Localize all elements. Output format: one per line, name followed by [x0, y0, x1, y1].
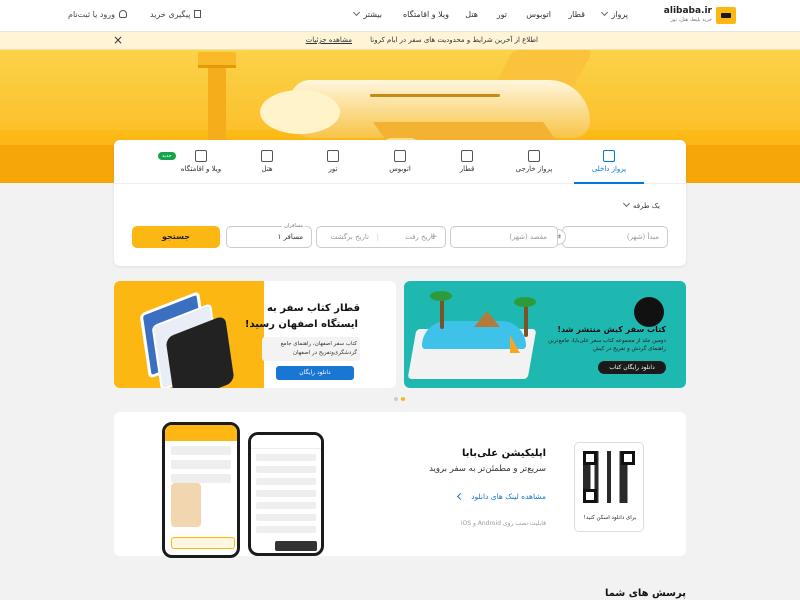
tour-icon [327, 150, 339, 162]
login-link[interactable]: ورود یا ثبت‌نام [68, 10, 128, 19]
top-header: alibaba.ir خرید بلیط، هتل، تور پرواز قطا… [0, 0, 800, 32]
promo-body: دومین جلد از مجموعه کتاب سفر علی‌بابا، ج… [548, 338, 666, 352]
faq-title: پرسش های شما [604, 588, 686, 599]
logo-brand: alibaba.ir [663, 6, 712, 16]
plane-icon [603, 150, 615, 162]
notice-text: اطلاع از آخرین شرایط و محدودیت های سفر د… [370, 36, 538, 44]
plane-globe-icon [528, 150, 540, 162]
promo-title-line2: ایستگاه اصفهان رسید! [244, 319, 358, 330]
nav-villa[interactable]: ویلا و اقامتگاه [403, 10, 449, 19]
free-book-download-button[interactable]: دانلود رایگان کتاب [598, 361, 666, 374]
tab-bus[interactable]: اتوبوس [365, 148, 435, 184]
nav-flight[interactable]: پرواز [601, 8, 628, 19]
nav-train[interactable]: قطار [568, 10, 585, 19]
app-download-section: اپلیکیشن علی‌بابا سریع‌تر و مطمئن‌تر به … [114, 412, 686, 558]
add-return-icon[interactable]: + [430, 226, 440, 248]
nav-tour[interactable]: تور [497, 10, 507, 19]
search-card: پرواز داخلی پرواز خارجی قطار اتوبوس تور … [114, 140, 686, 266]
close-icon[interactable]: × [113, 33, 123, 47]
chevron-left-icon [457, 492, 465, 501]
tab-hotel[interactable]: هتل [232, 148, 302, 184]
tab-international-flight[interactable]: پرواز خارجی [499, 148, 569, 184]
origin-field[interactable]: مبدأ (شهر) [562, 226, 668, 248]
chevron-down-icon [622, 199, 631, 208]
return-date-placeholder: تاریخ برگشت [330, 233, 369, 241]
destination-field[interactable]: مقصد (شهر) [450, 226, 558, 248]
promo-title-line1: قطار کتاب سفر به [266, 303, 360, 314]
free-download-button[interactable]: دانلود رایگان [276, 366, 354, 380]
notice-details-link[interactable]: مشاهده جزئیات [306, 36, 352, 44]
bus-icon [394, 150, 406, 162]
app-subtitle: سریع‌تر و مطمئن‌تر به سفر بروید [429, 464, 546, 474]
download-links-link[interactable]: مشاهده لینک های دانلود [457, 492, 546, 501]
alibaba-logo[interactable]: alibaba.ir خرید بلیط، هتل، تور [652, 6, 736, 26]
nav-bus[interactable]: اتوبوس [526, 10, 551, 19]
tab-train[interactable]: قطار [432, 148, 502, 184]
track-order-link[interactable]: پیگیری خرید [150, 10, 202, 19]
nav-more[interactable]: بیشتر [353, 8, 382, 19]
receipt-icon [194, 10, 202, 18]
user-icon [119, 10, 128, 18]
logo-tagline: خرید بلیط، هتل، تور [670, 17, 712, 23]
chevron-down-icon [601, 8, 609, 17]
carousel-dots [394, 397, 406, 402]
trip-type-select[interactable]: یک طرفه [622, 199, 660, 210]
tab-villa[interactable]: جدید ویلا و اقامتگاه [158, 148, 236, 184]
covid-notice-bar: اطلاع از آخرین شرایط و محدودیت های سفر د… [0, 32, 800, 50]
service-tabs: پرواز داخلی پرواز خارجی قطار اتوبوس تور … [114, 140, 686, 184]
hotel-icon [261, 150, 273, 162]
travel-book-logo [634, 297, 664, 327]
villa-icon [195, 150, 207, 162]
promo-kish-book[interactable]: کتاب سفر کیش منتشر شد! دومین جلد از مجمو… [404, 281, 686, 388]
app-title: اپلیکیشن علی‌بابا [462, 448, 546, 459]
passengers-field[interactable]: مسافران ۱ مسافر [226, 223, 312, 248]
phone-mockup [162, 422, 240, 558]
chevron-down-icon [353, 8, 361, 17]
train-icon [461, 150, 473, 162]
platform-note: قابلیت نصب روی Android و iOS [460, 520, 546, 527]
date-field[interactable]: تاریخ رفت | تاریخ برگشت [316, 226, 446, 248]
qr-code: برای دانلود اسکن کنید! [574, 442, 644, 532]
logo-mark-icon [716, 7, 736, 24]
new-badge: جدید [158, 152, 176, 160]
promo-body: کتاب سفر اصفهان، راهنمای جامع گردشگری‌وت… [262, 337, 360, 361]
promo-isfahan-book[interactable]: قطار کتاب سفر به ایستگاه اصفهان رسید! کت… [114, 281, 396, 388]
nav-hotel[interactable]: هتل [465, 10, 478, 19]
qr-caption: برای دانلود اسکن کنید! [583, 515, 637, 521]
tab-tour[interactable]: تور [298, 148, 368, 184]
promo-title: کتاب سفر کیش منتشر شد! [557, 325, 666, 334]
carousel-dot[interactable] [394, 397, 398, 401]
search-button[interactable]: جستجو [132, 226, 220, 248]
carousel-dot-active[interactable] [401, 397, 405, 401]
phone-mockup [248, 432, 324, 556]
tab-domestic-flight[interactable]: پرواز داخلی [574, 148, 644, 184]
